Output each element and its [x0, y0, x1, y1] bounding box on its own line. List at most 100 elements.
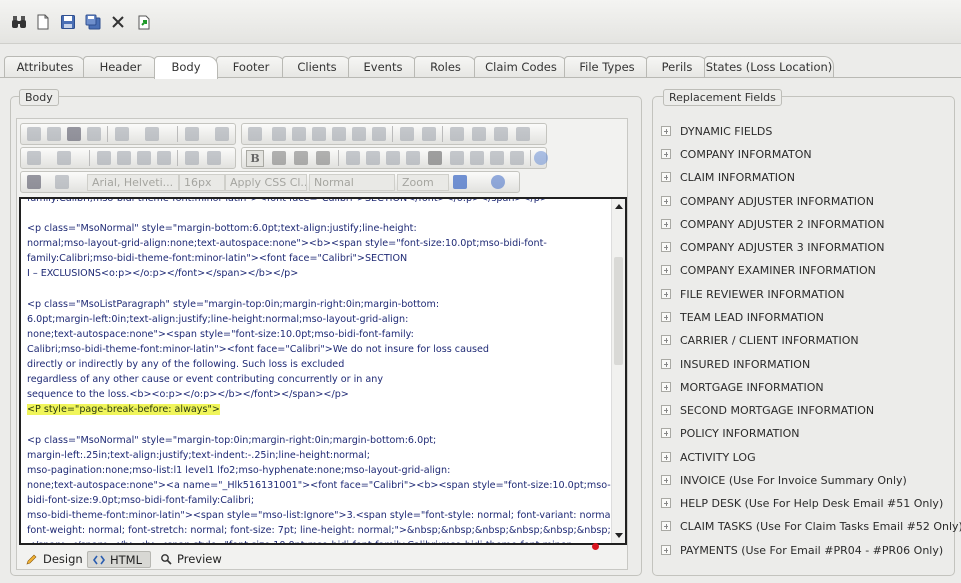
cut-icon[interactable] — [97, 151, 111, 165]
bold-button[interactable]: B — [246, 150, 264, 167]
table-properties-icon[interactable] — [450, 127, 464, 141]
binoculars-icon[interactable] — [11, 14, 27, 30]
edit-table-icon[interactable] — [516, 127, 530, 141]
replacement-field-item[interactable]: CARRIER / CLIENT INFORMATION — [660, 333, 952, 351]
font-size-select[interactable]: 16px — [179, 174, 225, 191]
replacement-field-item[interactable]: SECOND MORTGAGE INFORMATION — [660, 403, 952, 421]
module-manager-icon[interactable] — [453, 175, 467, 189]
tab-body[interactable]: Body — [154, 56, 218, 79]
font-family-select[interactable]: Arial, Helveti... — [87, 174, 179, 191]
outdent-icon[interactable] — [470, 151, 484, 165]
justify-full-icon[interactable] — [428, 151, 442, 165]
align-left-icon[interactable] — [346, 151, 360, 165]
expand-plus-icon[interactable] — [661, 428, 671, 438]
design-mode-button[interactable]: Design — [21, 551, 83, 568]
css-class-select[interactable]: Apply CSS Cl... — [225, 174, 307, 191]
table-wizard-icon[interactable] — [494, 127, 508, 141]
replacement-field-item[interactable]: COMPANY EXAMINER INFORMATION — [660, 263, 952, 281]
replacement-field-item[interactable]: DYNAMIC FIELDS — [660, 124, 952, 142]
format-code-icon[interactable] — [185, 151, 199, 165]
tab-states-loss-location[interactable]: States (Loss Location) — [704, 56, 834, 78]
insert-row-above-icon[interactable] — [272, 127, 286, 141]
new-document-icon[interactable] — [35, 14, 51, 30]
expand-plus-icon[interactable] — [661, 382, 671, 392]
replacement-field-item[interactable]: TEAM LEAD INFORMATION — [660, 310, 952, 328]
insert-form-icon[interactable] — [185, 127, 199, 141]
expand-plus-icon[interactable] — [661, 498, 671, 508]
expand-plus-icon[interactable] — [661, 219, 671, 229]
html-mode-button[interactable]: HTML — [87, 551, 151, 568]
align-center-icon[interactable] — [366, 151, 380, 165]
delete-column-icon[interactable] — [372, 127, 386, 141]
replacement-field-item[interactable]: HELP DESK (Use For Help Desk Email #51 O… — [660, 496, 952, 514]
replacement-field-item[interactable]: PAYMENTS (Use For Email #PR04 - #PR06 On… — [660, 543, 952, 561]
expand-plus-icon[interactable] — [661, 335, 671, 345]
font-color-icon[interactable] — [27, 175, 41, 189]
merge-cells-icon[interactable] — [400, 127, 414, 141]
numbered-list-icon[interactable] — [490, 151, 504, 165]
scroll-up-icon[interactable] — [615, 204, 623, 209]
cell-properties-icon[interactable] — [472, 127, 486, 141]
format-stripper-icon[interactable] — [145, 127, 159, 141]
paste-options-icon[interactable] — [157, 151, 171, 165]
expand-plus-icon[interactable] — [661, 265, 671, 275]
checkbox-icon[interactable] — [215, 127, 229, 141]
expand-plus-icon[interactable] — [661, 312, 671, 322]
indent-icon[interactable] — [450, 151, 464, 165]
save-as-icon[interactable] — [85, 14, 101, 30]
expand-plus-icon[interactable] — [661, 521, 671, 531]
delete-row-icon[interactable] — [312, 127, 326, 141]
copy-icon[interactable] — [117, 151, 131, 165]
expand-plus-icon[interactable] — [661, 126, 671, 136]
underline-icon[interactable] — [294, 151, 308, 165]
replacement-field-item[interactable]: COMPANY ADJUSTER INFORMATION — [660, 194, 952, 212]
print-icon[interactable] — [47, 127, 61, 141]
expand-plus-icon[interactable] — [661, 289, 671, 299]
insert-column-left-icon[interactable] — [332, 127, 346, 141]
split-cell-icon[interactable] — [422, 127, 436, 141]
scroll-down-icon[interactable] — [615, 533, 623, 538]
tab-clients[interactable]: Clients — [282, 56, 352, 78]
find-icon[interactable] — [67, 127, 81, 141]
expand-plus-icon[interactable] — [661, 172, 671, 182]
bullet-list-icon[interactable] — [510, 151, 524, 165]
replacement-field-item[interactable]: CLAIM TASKS (Use For Claim Tasks Email #… — [660, 519, 961, 537]
zoom-select[interactable]: Zoom — [397, 174, 449, 191]
save-icon[interactable] — [60, 14, 76, 30]
italic-icon[interactable] — [272, 151, 286, 165]
replacement-field-item[interactable]: COMPANY INFORMATON — [660, 147, 952, 165]
replacement-field-item[interactable]: INSURED INFORMATION — [660, 357, 952, 375]
close-icon[interactable] — [110, 14, 126, 30]
insert-row-below-icon[interactable] — [292, 127, 306, 141]
insert-date-icon[interactable] — [207, 151, 221, 165]
expand-plus-icon[interactable] — [661, 196, 671, 206]
expand-plus-icon[interactable] — [661, 242, 671, 252]
replacement-field-item[interactable]: COMPANY ADJUSTER 2 INFORMATION — [660, 217, 952, 235]
image-manager-icon[interactable] — [27, 127, 41, 141]
expand-plus-icon[interactable] — [661, 405, 671, 415]
preview-mode-button[interactable]: Preview — [155, 551, 225, 568]
replacement-field-item[interactable]: FILE REVIEWER INFORMATION — [660, 287, 952, 305]
replacement-field-item[interactable]: COMPANY ADJUSTER 3 INFORMATION — [660, 240, 952, 258]
replacement-field-item[interactable]: INVOICE (Use For Invoice Summary Only) — [660, 473, 952, 491]
tab-footer[interactable]: Footer — [216, 56, 286, 78]
align-right-icon[interactable] — [386, 151, 400, 165]
paste-icon[interactable] — [137, 151, 151, 165]
tab-file-types[interactable]: File Types — [564, 56, 650, 78]
strikethrough-icon[interactable] — [316, 151, 330, 165]
replacement-field-item[interactable]: POLICY INFORMATION — [660, 426, 952, 444]
info-icon[interactable] — [491, 175, 505, 189]
vertical-scrollbar[interactable] — [611, 199, 625, 543]
tab-attributes[interactable]: Attributes — [4, 56, 86, 78]
expand-plus-icon[interactable] — [661, 475, 671, 485]
highlight-color-icon[interactable] — [55, 175, 69, 189]
symbol-icon[interactable] — [115, 127, 129, 141]
paragraph-format-select[interactable]: Normal — [309, 174, 395, 191]
undo-icon[interactable] — [27, 151, 41, 165]
tab-events[interactable]: Events — [348, 56, 418, 78]
expand-plus-icon[interactable] — [661, 359, 671, 369]
expand-plus-icon[interactable] — [661, 545, 671, 555]
insert-column-right-icon[interactable] — [352, 127, 366, 141]
tab-header[interactable]: Header — [83, 56, 158, 78]
spellcheck-icon[interactable] — [87, 127, 101, 141]
